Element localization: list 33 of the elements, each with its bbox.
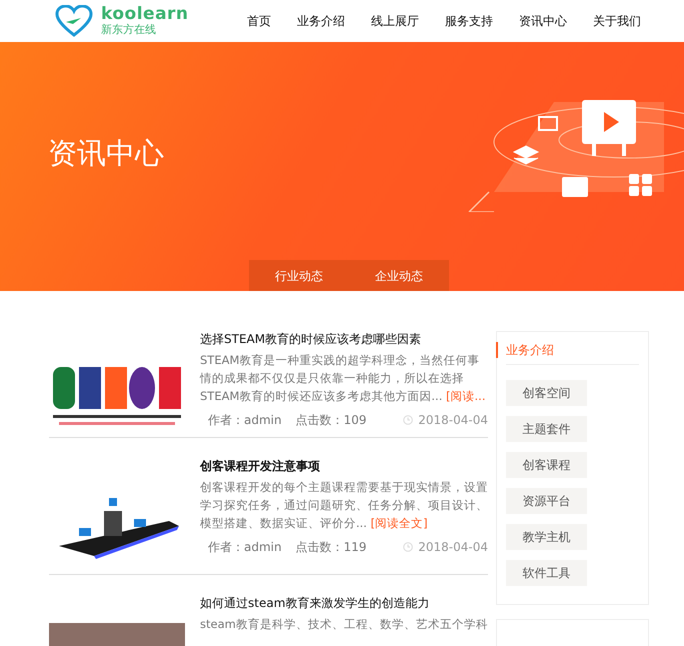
category-tab[interactable]: 行业动态 — [249, 260, 349, 291]
nav-link[interactable]: 线上展厅 — [358, 12, 432, 30]
sidebar-link[interactable]: 教学主机 — [506, 524, 587, 550]
author-text: 作者：admin — [208, 539, 282, 556]
click-count: 点击数：119 — [296, 539, 367, 556]
logo-subtitle: 新东方在线 — [101, 22, 157, 36]
sidebar-link[interactable]: 主题套件 — [506, 416, 587, 442]
sidebar-link[interactable]: 创客空间 — [506, 380, 587, 406]
article-title[interactable]: 选择STEAM教育的时候应该考虑哪些因素 — [200, 331, 488, 347]
heart-logo-icon — [55, 5, 93, 37]
author-text: 作者：admin — [208, 412, 282, 429]
nav-link[interactable]: 首页 — [234, 12, 284, 30]
logo-text: koolearn — [101, 6, 189, 23]
sidebar-title: 业务介绍 — [496, 342, 639, 358]
sidebar-link[interactable]: 资源平台 — [506, 488, 587, 514]
nav-link[interactable]: 资讯中心 — [506, 12, 580, 30]
nav-link[interactable]: 服务支持 — [432, 12, 506, 30]
nav-link[interactable]: 关于我们 — [580, 12, 654, 30]
article-title[interactable]: 如何通过steam教育来激发学生的创造能力 — [200, 595, 488, 611]
clock-icon — [403, 542, 414, 552]
publish-date: 2018-04-04 — [418, 412, 488, 429]
sidebar-link[interactable]: 软件工具 — [506, 560, 587, 586]
article-summary: STEAM教育是一种重实践的超学科理念，当然任何事情的成果都不仅仅是只依靠一种能力，所以在选择STEAM教育的时候还应该多考虑其他方面因... [阅读... — [200, 352, 486, 405]
click-count: 点击数：109 — [296, 412, 367, 429]
article-title[interactable]: 创客课程开发注意事项 — [200, 458, 488, 474]
category-tab[interactable]: 企业动态 — [349, 260, 449, 291]
clock-icon — [403, 415, 414, 425]
nav-link[interactable]: 业务介绍 — [284, 12, 358, 30]
sidebar-link[interactable]: 创客课程 — [506, 452, 587, 478]
article-summary: 创客课程开发的每个主题课程需要基于现实情景，设置学习探究任务，通过问题研究、任务分解、项目设计、模型搭建、数据实证、评价分... [阅读全文] — [200, 479, 488, 532]
article-summary: steam教育是科学、技术、工程、数学、艺术五个学科 — [200, 616, 488, 633]
banner-title: 资讯中心 — [48, 135, 164, 172]
publish-date: 2018-04-04 — [418, 539, 488, 556]
